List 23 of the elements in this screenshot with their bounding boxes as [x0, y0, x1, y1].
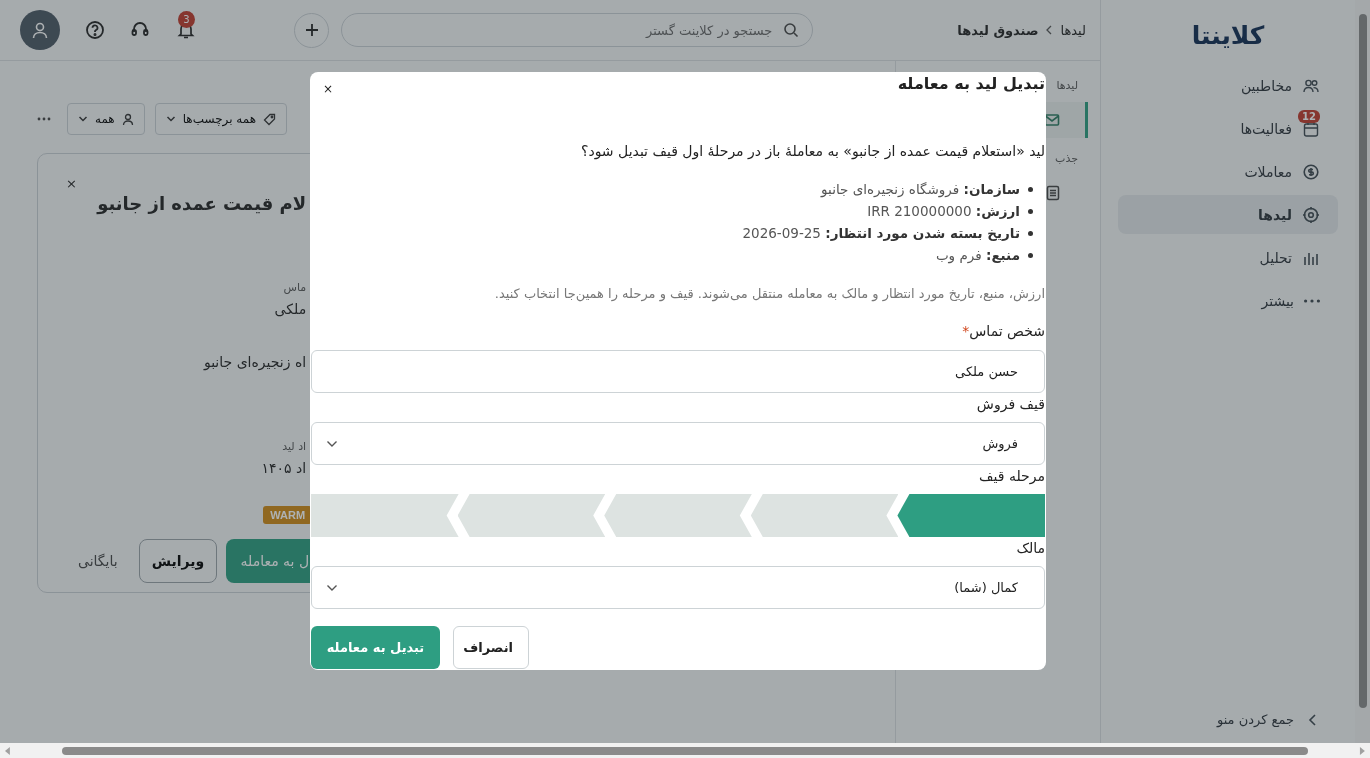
field-label: ماس — [282, 280, 307, 296]
note-text: ارزش، منبع، تاریخ مورد انتظار و مالک به معامله منتقل می‌شوند. قیف و مرحله را همین‌جا انتخاب کنید. — [493, 285, 1045, 304]
tag-badge: WARM — [263, 506, 313, 524]
field-value: ملکی — [273, 300, 307, 319]
field-label: مرحله قیف — [979, 467, 1045, 484]
breadcrumb-current: صندوق لیدها — [957, 22, 1039, 38]
card-title: لام قیمت عمده از جانبو — [95, 193, 307, 214]
modal-title: تبدیل لید به معامله — [897, 74, 1045, 93]
field-value: اد ۱۴۰۵ — [260, 459, 307, 478]
field-label: اد لید — [281, 439, 307, 455]
section-label: لیدها — [1056, 79, 1078, 92]
field-label: مالک — [1016, 539, 1045, 556]
logo: کلاینتا — [1190, 20, 1266, 52]
question-text: لید «استعلام قیمت عمده از جانبو» به معاملهٔ باز در مرحلهٔ اول قیف تبدیل شود؟ — [579, 142, 1045, 162]
detail-text: منبع: فرم وب — [935, 247, 1020, 263]
count-badge: 3 — [178, 11, 195, 28]
count-badge: 12 — [1298, 109, 1320, 123]
detail-text: سازمان: فروشگاه زنجیره‌ای جانبو — [821, 181, 1020, 197]
required-mark: * — [962, 322, 970, 339]
field-label: شخص تماس — [969, 322, 1045, 339]
field-value: اه زنجیره‌ای جانبو — [202, 353, 307, 373]
section-label: جذب — [1055, 152, 1078, 165]
field-label: قیف فروش — [976, 395, 1045, 412]
